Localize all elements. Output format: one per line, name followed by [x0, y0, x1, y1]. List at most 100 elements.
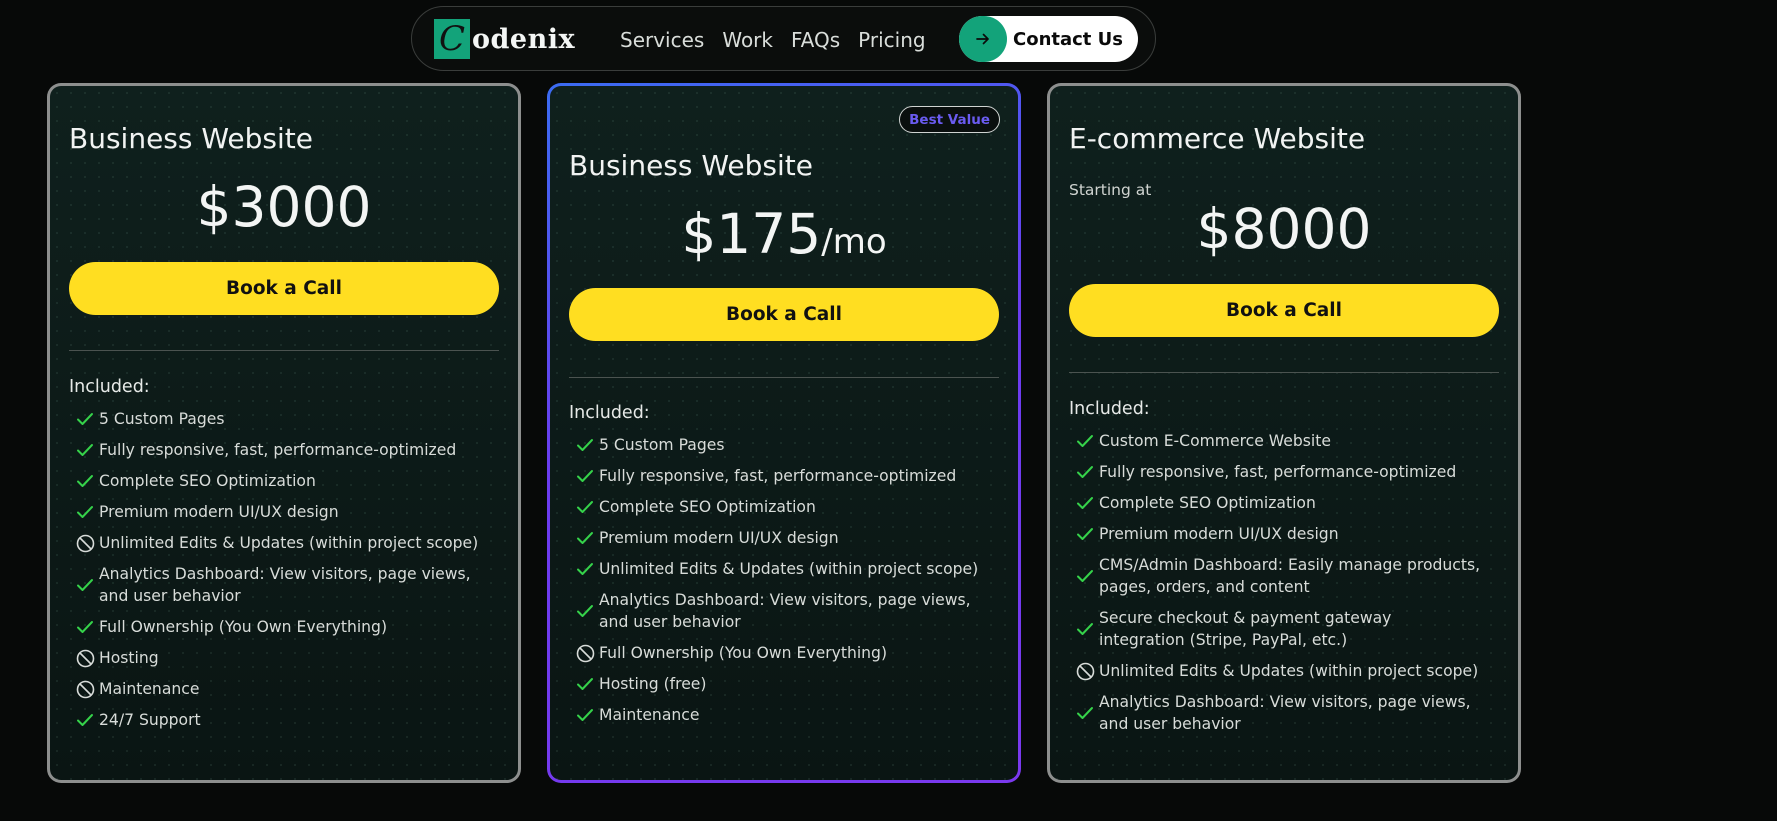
feature-text: Analytics Dashboard: View visitors, page… [599, 591, 971, 631]
feature-item: CMS/Admin Dashboard: Easily manage produ… [1076, 554, 1481, 598]
contact-us-button[interactable]: Contact Us [959, 16, 1138, 62]
feature-item: Unlimited Edits & Updates (within projec… [76, 532, 481, 554]
feature-item: 5 Custom Pages [76, 408, 481, 430]
not-included-icon [76, 532, 99, 554]
feature-item: Fully responsive, fast, performance-opti… [76, 439, 481, 461]
feature-item: Secure checkout & payment gateway integr… [1076, 607, 1481, 651]
feature-text: Full Ownership (You Own Everything) [99, 618, 388, 636]
feature-text: Maintenance [99, 680, 200, 698]
nav-link-faqs[interactable]: FAQs [791, 28, 840, 52]
feature-item: Hosting (free) [576, 673, 981, 695]
plan-title: E-commerce Website [1069, 122, 1366, 155]
pricing-card-ecommerce: E-commerce Website Starting at $8000 Boo… [1047, 83, 1521, 783]
included-label: Included: [1069, 399, 1150, 419]
price-amount: $175 [681, 202, 822, 266]
plan-price: $175/mo [550, 202, 1018, 266]
feature-item: Fully responsive, fast, performance-opti… [576, 465, 981, 487]
feature-text: Full Ownership (You Own Everything) [599, 644, 888, 662]
check-icon [1076, 618, 1099, 640]
price-amount: $3000 [196, 175, 372, 239]
nav-link-pricing[interactable]: Pricing [858, 28, 925, 52]
not-included-icon [1076, 660, 1099, 682]
not-included-icon [76, 647, 99, 669]
divider [1069, 372, 1499, 373]
check-icon [576, 558, 599, 580]
pricing-card-body: Business Website $3000 Book a Call Inclu… [50, 86, 518, 780]
feature-text: 5 Custom Pages [99, 410, 225, 428]
feature-text: Complete SEO Optimization [1099, 494, 1316, 512]
feature-text: Analytics Dashboard: View visitors, page… [1099, 693, 1471, 733]
feature-text: Hosting [99, 649, 159, 667]
check-icon [1076, 565, 1099, 587]
feature-item: Analytics Dashboard: View visitors, page… [1076, 691, 1481, 735]
contact-us-label: Contact Us [1013, 28, 1124, 50]
plan-price: $3000 [50, 175, 518, 239]
feature-text: Custom E-Commerce Website [1099, 432, 1331, 450]
feature-text: 5 Custom Pages [599, 436, 725, 454]
price-period: /mo [821, 222, 887, 262]
check-icon [576, 600, 599, 622]
feature-item: Analytics Dashboard: View visitors, page… [76, 563, 481, 607]
nav-link-services[interactable]: Services [620, 28, 704, 52]
book-a-call-button[interactable]: Book a Call [69, 262, 499, 315]
feature-item: 5 Custom Pages [576, 434, 981, 456]
check-icon [1076, 702, 1099, 724]
divider [69, 350, 499, 351]
feature-item: Hosting [76, 647, 481, 669]
check-icon [1076, 430, 1099, 452]
feature-list: Custom E-Commerce Website Fully responsiv… [1076, 430, 1481, 744]
feature-item: 24/7 Support [76, 709, 481, 731]
check-icon [1076, 523, 1099, 545]
feature-item: Fully responsive, fast, performance-opti… [1076, 461, 1481, 483]
feature-text: Complete SEO Optimization [599, 498, 816, 516]
feature-item: Custom E-Commerce Website [1076, 430, 1481, 452]
nav-links: Services Work FAQs Pricing [620, 7, 944, 72]
feature-item: Maintenance [76, 678, 481, 700]
price-amount: $8000 [1196, 197, 1372, 261]
feature-text: Unlimited Edits & Updates (within projec… [599, 560, 979, 578]
not-included-icon [76, 678, 99, 700]
best-value-badge: Best Value [899, 106, 1000, 133]
feature-item: Analytics Dashboard: View visitors, page… [576, 589, 981, 633]
feature-text: Complete SEO Optimization [99, 472, 316, 490]
feature-text: CMS/Admin Dashboard: Easily manage produ… [1099, 556, 1481, 596]
feature-text: Unlimited Edits & Updates (within projec… [99, 534, 479, 552]
included-label: Included: [569, 403, 650, 423]
feature-item: Full Ownership (You Own Everything) [576, 642, 981, 664]
feature-item: Unlimited Edits & Updates (within projec… [576, 558, 981, 580]
check-icon [76, 439, 99, 461]
pricing-card-business: Business Website $3000 Book a Call Inclu… [47, 83, 521, 783]
arrow-right-icon [959, 16, 1007, 62]
logo[interactable]: C odenix [434, 19, 575, 59]
feature-list: 5 Custom Pages Fully responsive, fast, pe… [76, 408, 481, 740]
feature-text: Premium modern UI/UX design [1099, 525, 1339, 543]
check-icon [76, 501, 99, 523]
check-icon [76, 616, 99, 638]
check-icon [576, 496, 599, 518]
pricing-card-business-monthly: Best Value Business Website $175/mo Book… [547, 83, 1021, 783]
feature-item: Premium modern UI/UX design [76, 501, 481, 523]
nav-link-work[interactable]: Work [722, 28, 773, 52]
feature-text: Hosting (free) [599, 675, 707, 693]
logo-text: odenix [472, 23, 576, 55]
check-icon [1076, 461, 1099, 483]
check-icon [1076, 492, 1099, 514]
feature-item: Full Ownership (You Own Everything) [76, 616, 481, 638]
feature-text: 24/7 Support [99, 711, 201, 729]
plan-title: Business Website [569, 149, 813, 182]
included-label: Included: [69, 377, 150, 397]
feature-text: Unlimited Edits & Updates (within projec… [1099, 662, 1479, 680]
feature-item: Complete SEO Optimization [1076, 492, 1481, 514]
book-a-call-button[interactable]: Book a Call [1069, 284, 1499, 337]
pricing-card-body: E-commerce Website Starting at $8000 Boo… [1050, 86, 1518, 780]
check-icon [76, 574, 99, 596]
feature-item: Complete SEO Optimization [576, 496, 981, 518]
pricing-card-body: Best Value Business Website $175/mo Book… [550, 86, 1018, 780]
not-included-icon [576, 642, 599, 664]
book-a-call-button[interactable]: Book a Call [569, 288, 999, 341]
check-icon [576, 465, 599, 487]
check-icon [576, 527, 599, 549]
check-icon [76, 470, 99, 492]
plan-price: $8000 [1050, 197, 1518, 261]
feature-text: Fully responsive, fast, performance-opti… [1099, 463, 1457, 481]
